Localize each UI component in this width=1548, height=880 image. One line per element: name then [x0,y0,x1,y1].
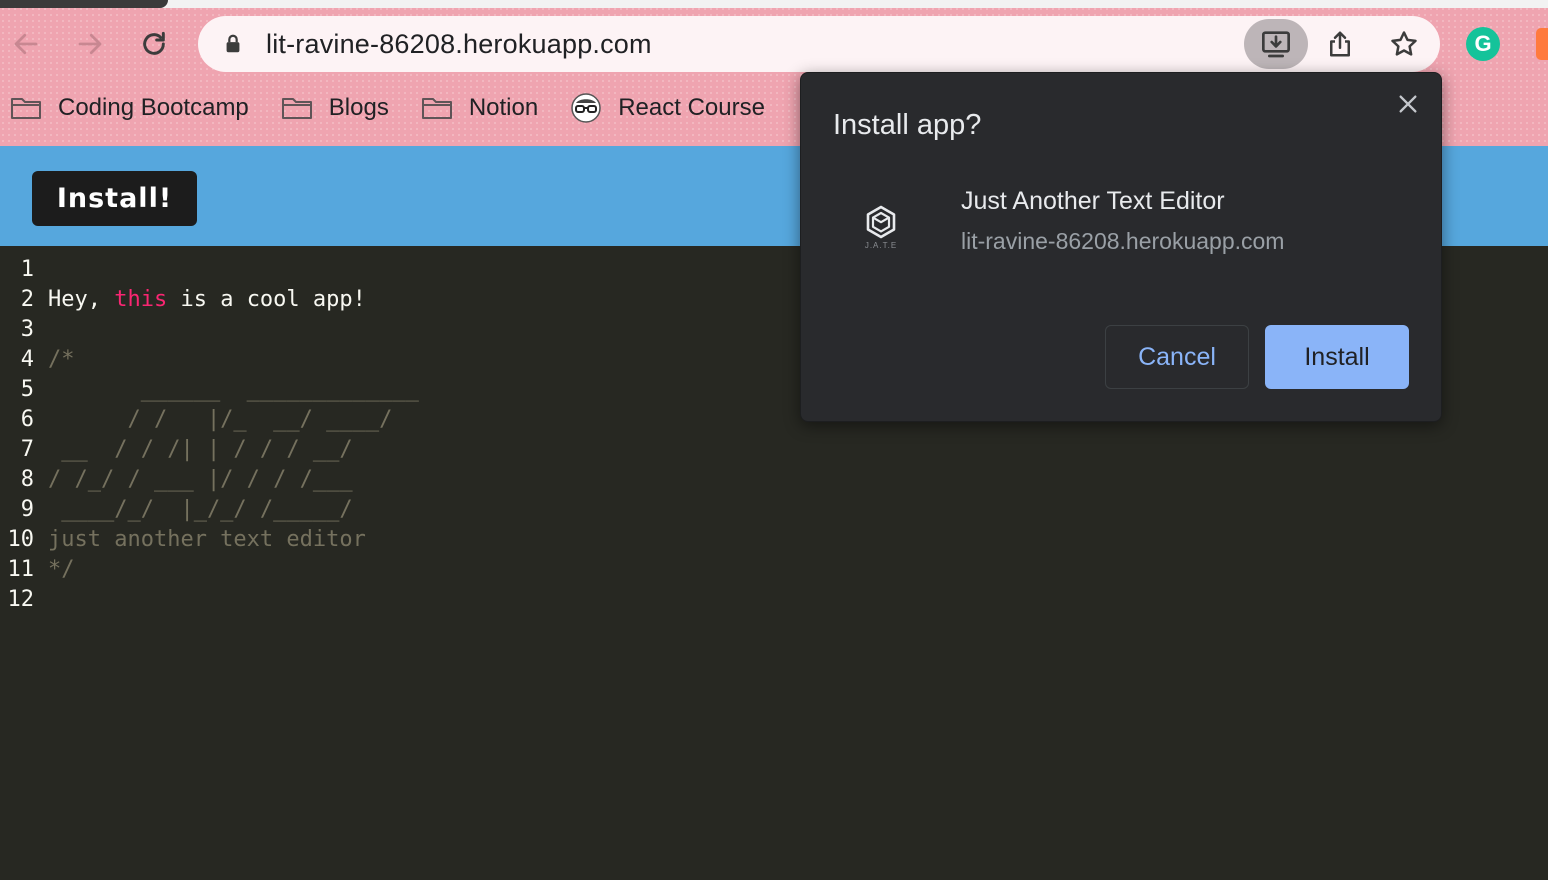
code-line[interactable]: 12 [0,585,48,615]
bookmark-blogs[interactable]: Blogs [281,94,389,122]
install-app-icon[interactable] [1244,19,1308,69]
bookmark-label: React Course [618,94,765,121]
bookmark-coding-bootcamp[interactable]: Coding Bootcamp [10,94,249,122]
grammarly-icon[interactable]: G [1466,27,1500,61]
code-token: this [114,287,168,312]
reload-icon [143,31,165,55]
tab-strip [0,0,1548,8]
code-token: ____/_/ |_/_/ /_____/ [48,497,353,522]
share-icon[interactable] [1318,22,1362,66]
folder-icon [421,98,452,119]
line-number: 12 [7,587,35,612]
confirm-install-button[interactable]: Install [1265,325,1409,389]
code-token: / /_/ / ___ |/ / / /___ [48,467,353,492]
back-icon [14,33,38,55]
line-number: 9 [20,497,34,522]
app-origin: lit-ravine-86208.herokuapp.com [961,228,1285,254]
line-number: 11 [7,557,35,582]
code-token: /* [48,347,75,372]
address-bar[interactable]: lit-ravine-86208.herokuapp.com [198,16,1440,72]
code-token: / / |/_ __/ ____/ [48,407,393,432]
code-line[interactable]: 3 [0,315,48,345]
glasses-icon [571,93,601,123]
code-token: Hey, [48,287,115,312]
code-line[interactable]: 5 ______ _____________ [0,375,419,405]
code-token: ______ _____________ [48,377,419,402]
line-number: 3 [20,317,34,342]
bookmark-label: Coding Bootcamp [58,94,249,121]
code-token: */ [48,557,75,582]
code-line[interactable]: 11 */ [0,555,75,585]
monitor-download-icon [1262,31,1290,58]
code-line[interactable]: 8 / /_/ / ___ |/ / / /___ [0,465,353,495]
app-logo-label: J.A.T.E [864,241,898,250]
bookmarks-bar: Coding Bootcamp Blogs Notion React Cours… [0,84,800,132]
line-number: 1 [20,257,34,282]
code-token: just another text editor [48,527,366,552]
code-line[interactable]: 1 [0,255,48,285]
folder-icon [11,98,41,119]
reload-button[interactable] [132,22,176,66]
line-number: 5 [20,377,34,402]
code-line[interactable]: 7 __ / / /| | / / / __/ [0,435,353,465]
active-tab[interactable] [0,0,168,8]
line-number: 2 [20,287,34,312]
line-number: 7 [20,437,34,462]
line-number: 4 [20,347,34,372]
code-line[interactable]: 10 just another text editor [0,525,366,555]
code-line[interactable]: 9 ____/_/ |_/_/ /_____/ [0,495,353,525]
lock-icon[interactable] [222,33,244,55]
dialog-title: Install app? [833,109,982,141]
back-button[interactable] [4,22,48,66]
line-number: 8 [20,467,34,492]
url-text[interactable]: lit-ravine-86208.herokuapp.com [266,29,652,60]
install-button[interactable]: Install! [32,171,197,226]
forward-icon [78,33,102,55]
app-name: Just Another Text Editor [961,187,1225,215]
bookmark-star-icon[interactable] [1382,22,1426,66]
code-line[interactable]: 6 / / |/_ __/ ____/ [0,405,393,435]
code-line[interactable]: 2 Hey, this is a cool app! [0,285,366,315]
cancel-button[interactable]: Cancel [1105,325,1249,389]
code-line[interactable]: 4 /* [0,345,75,375]
bookmark-label: Notion [468,94,539,121]
bookmark-react-course[interactable]: React Course [570,92,765,124]
browser-window: lit-ravine-86208.herokuapp.com G Coding … [0,0,1548,880]
code-token: __ / / /| | / / / __/ [48,437,353,462]
folder-icon [281,98,312,119]
line-number: 10 [7,527,35,552]
line-number: 6 [20,407,34,432]
code-token: is a cool app! [167,287,366,312]
forward-button[interactable] [68,22,112,66]
bookmark-label: Blogs [328,94,389,121]
install-app-dialog: Install app? J.A.T.E Just Another Text E… [800,72,1442,422]
bookmark-notion[interactable]: Notion [421,94,538,122]
extension-icon[interactable] [1536,28,1548,60]
close-icon[interactable] [1393,89,1423,119]
